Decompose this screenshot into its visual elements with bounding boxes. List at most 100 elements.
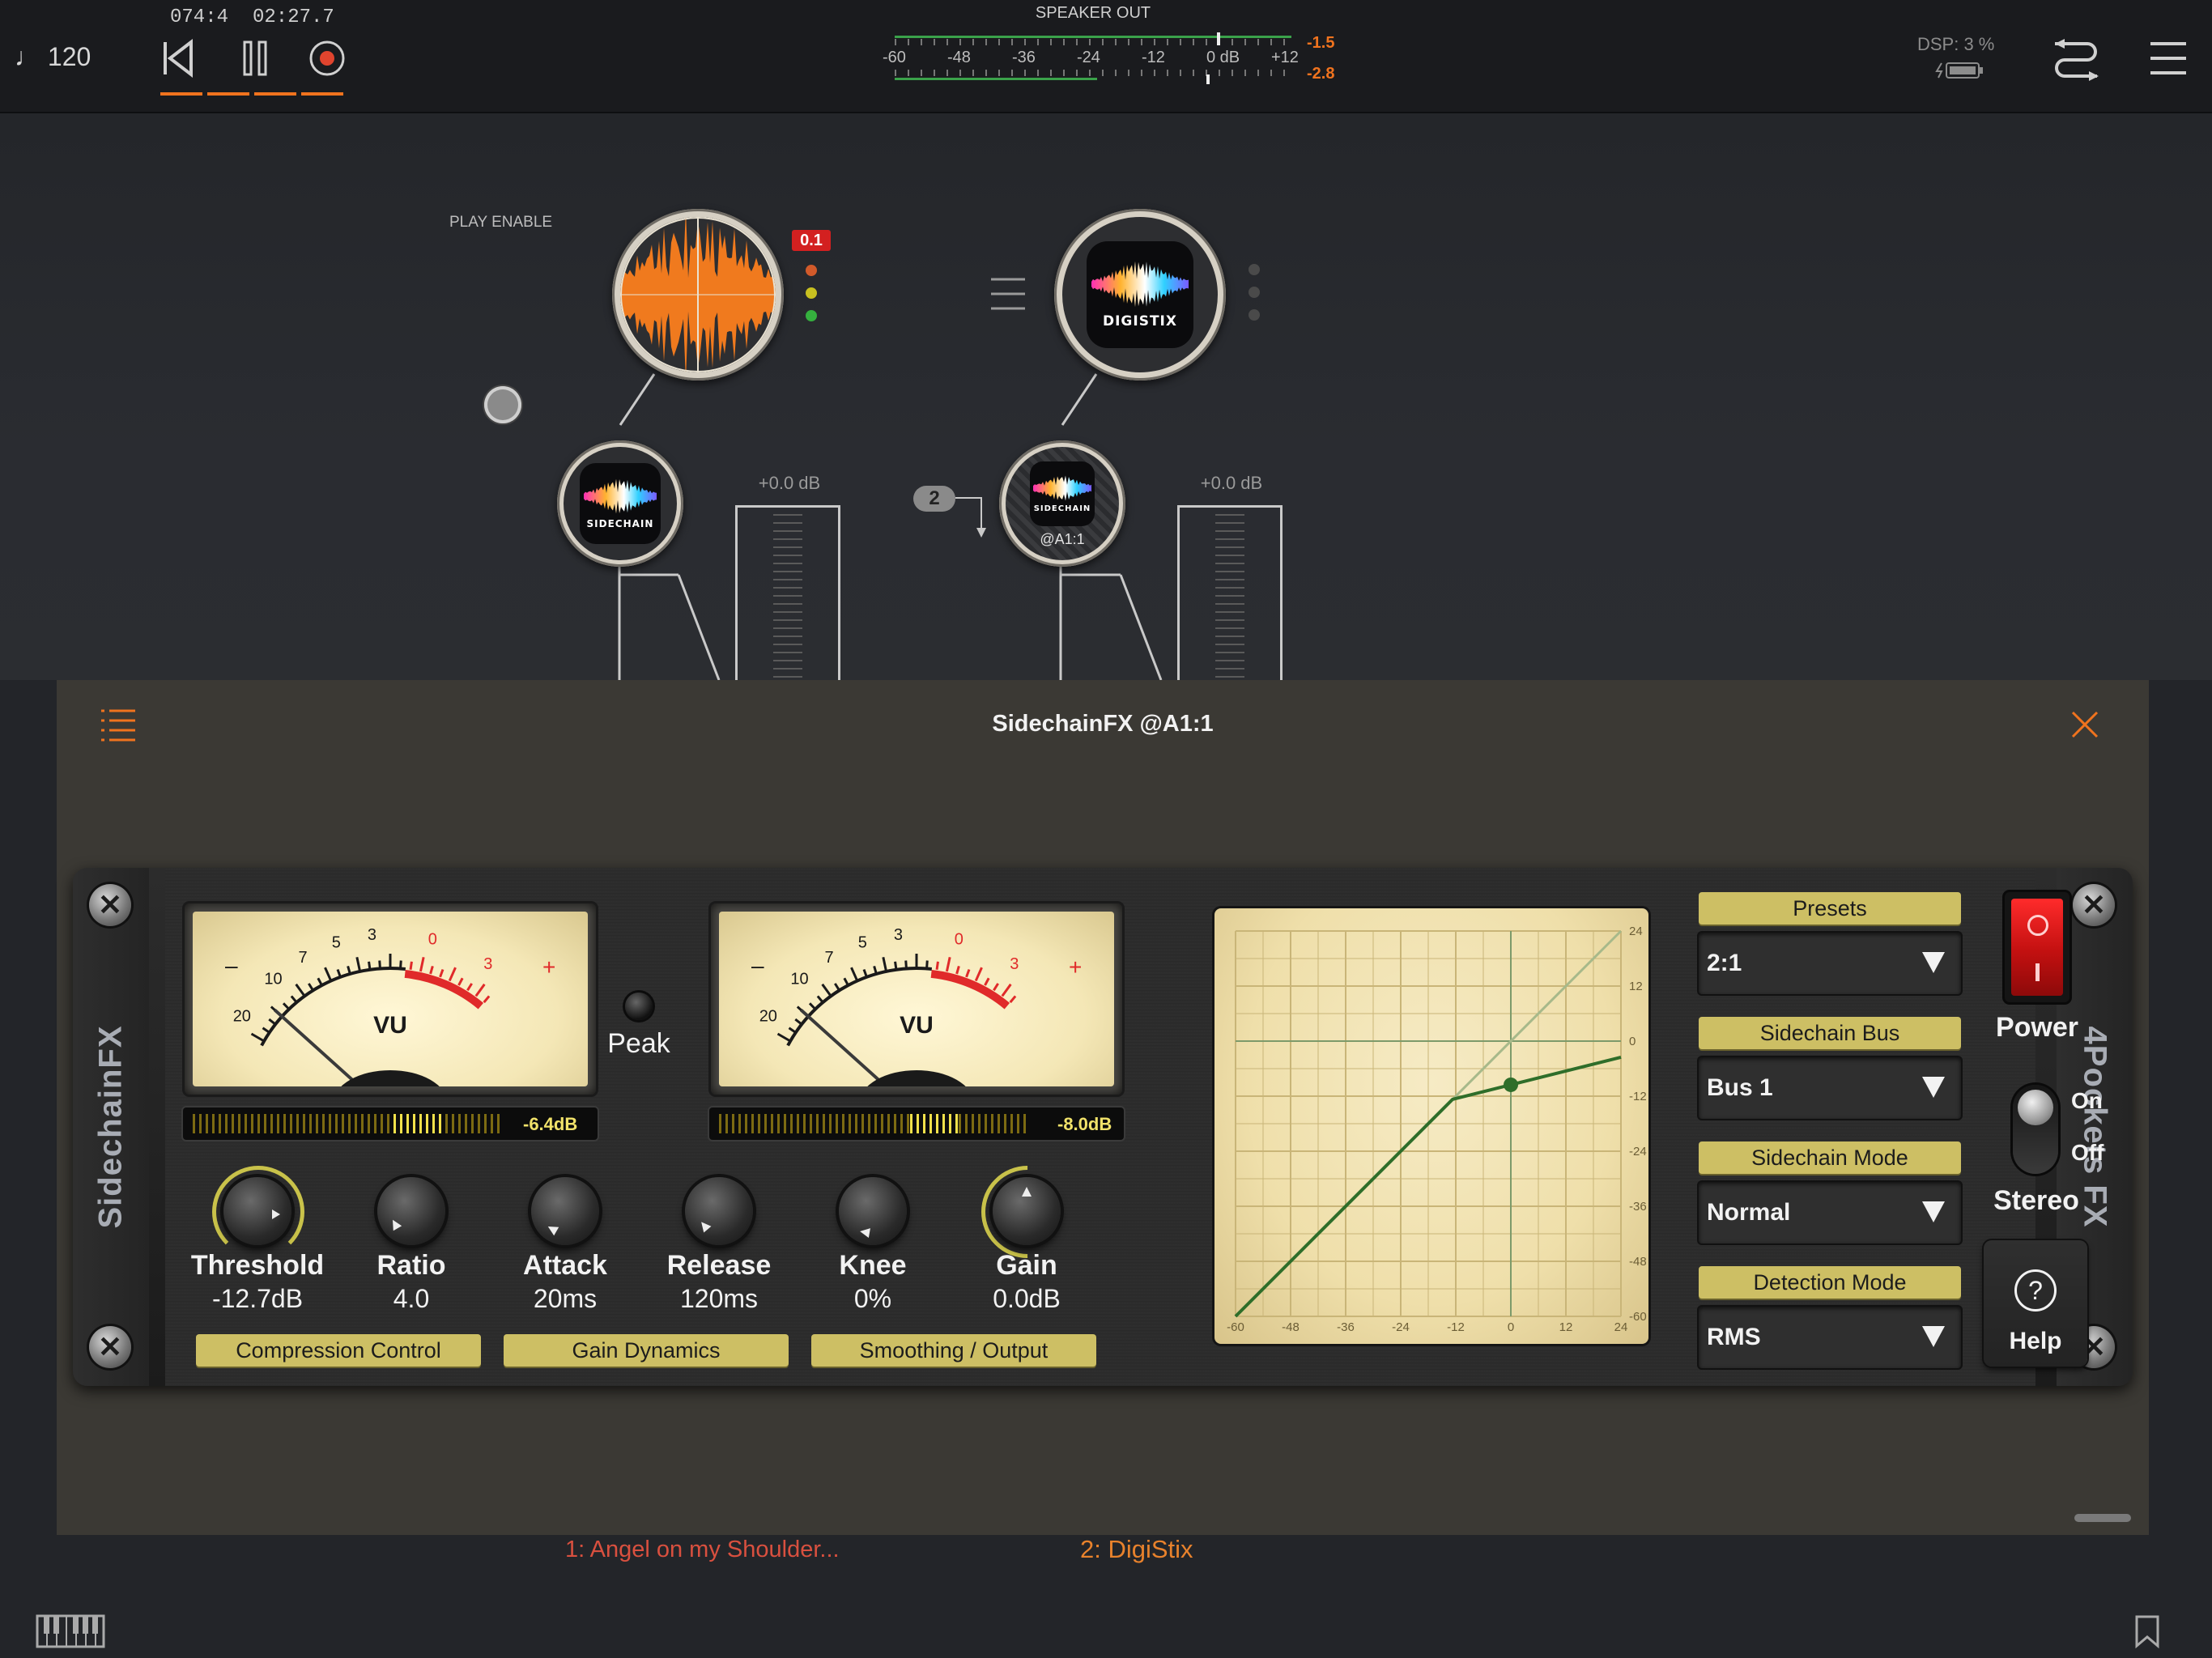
sidechain2-label: SIDECHAIN <box>1033 504 1091 513</box>
meter-scale-label: 0 dB <box>1206 49 1240 66</box>
ratio-knob[interactable] <box>377 1177 445 1245</box>
routing-icon[interactable] <box>2048 32 2104 84</box>
sidechain-app-icon-2: SIDECHAIN <box>1030 461 1095 526</box>
digistix-app-icon: DIGISTIX <box>1087 241 1193 348</box>
screw-icon: ✕ <box>89 1326 131 1368</box>
meter-scale-label: -12 <box>1142 49 1165 66</box>
meter-scale: -60 -48 -36 -24 -12 0 dB +12 <box>883 49 1304 70</box>
play-enable-toggle[interactable] <box>484 386 521 423</box>
attack-knob[interactable] <box>531 1177 599 1245</box>
knob-value: 0% <box>853 1284 892 1313</box>
keyboard-icon[interactable] <box>36 1614 105 1652</box>
knob-name: Attack <box>523 1250 607 1281</box>
release-knob[interactable] <box>685 1177 753 1245</box>
menu-icon[interactable] <box>2147 36 2189 81</box>
y-tick-label: -48 <box>1629 1255 1647 1269</box>
pause-icon[interactable] <box>236 37 275 79</box>
led-red <box>806 265 817 276</box>
detection-mode-select[interactable]: RMS <box>1699 1307 1961 1368</box>
power-switch[interactable] <box>2005 892 2069 1002</box>
meter-scale-label: +12 <box>1271 49 1299 66</box>
resize-handle[interactable] <box>2074 1514 2131 1522</box>
digistix-node[interactable]: DIGISTIX <box>1054 209 1226 380</box>
knob-name: Threshold <box>190 1250 325 1281</box>
play-enable-label: PLAY ENABLE <box>449 214 553 231</box>
x-tick-label: -24 <box>1392 1320 1410 1334</box>
x-tick-label: -60 <box>1227 1320 1244 1334</box>
presets-label: Presets <box>1699 892 1961 925</box>
spectrum-icon <box>1033 475 1091 501</box>
peak-right-value: -2.8 <box>1307 65 1335 83</box>
led-green <box>806 310 817 321</box>
fader2-db: +0.0 dB <box>1200 473 1263 493</box>
screw-icon: ✕ <box>2073 884 2115 926</box>
dropdown-arrow-icon <box>1922 1201 1945 1222</box>
threshold-knob[interactable] <box>223 1177 291 1245</box>
compression-control-button[interactable]: Compression Control <box>196 1334 481 1367</box>
gain-knob[interactable] <box>993 1177 1061 1245</box>
help-button[interactable]: ? Help <box>1984 1240 2087 1367</box>
track2-name[interactable]: 2: DigiStix <box>1080 1535 1193 1564</box>
compression-curve-graph: -60 -48 -36 -24 -12 0 12 24 24 12 0 -12 -24 -36 -48 -60 <box>1214 908 1648 1344</box>
knob-name: Gain <box>996 1250 1057 1281</box>
bookmark-icon[interactable] <box>2134 1614 2160 1652</box>
y-tick-label: -24 <box>1629 1145 1647 1158</box>
waveform-icon <box>620 217 776 372</box>
knob-name: Ratio <box>376 1250 446 1281</box>
fader2[interactable] <box>1177 505 1283 682</box>
close-icon[interactable] <box>2065 704 2105 745</box>
product-name: SidechainFX <box>92 1025 129 1229</box>
screw-icon: ✕ <box>89 884 131 926</box>
sidechain-mode-label: Sidechain Mode <box>1699 1141 1961 1174</box>
sidechain-node-2[interactable]: SIDECHAIN @A1:1 <box>999 440 1125 567</box>
x-tick-label: 24 <box>1614 1320 1628 1334</box>
curve-point <box>1504 1077 1518 1092</box>
track1-source-node[interactable] <box>612 209 784 380</box>
led-yellow <box>806 287 817 299</box>
help-label: Help <box>2009 1328 2062 1354</box>
presets-value: 2:1 <box>1707 950 1742 976</box>
track2-list-icon[interactable] <box>988 274 1028 314</box>
dsp-load: DSP: 3 % <box>1917 34 1995 54</box>
sidechain-bus-select[interactable]: Bus 1 <box>1699 1057 1961 1119</box>
rewind-icon[interactable] <box>159 37 198 79</box>
record-icon[interactable] <box>306 37 348 79</box>
meter-scale-label: -48 <box>947 49 971 66</box>
mode-value: Normal <box>1707 1199 1791 1226</box>
spectrum-icon <box>584 478 657 514</box>
rack-ear-left: ✕ ✕ SidechainFX <box>73 868 149 1386</box>
meter-right-bar <box>895 78 1097 80</box>
plugin-header: SidechainFX @A1:1 <box>57 680 2149 761</box>
knob-value: -12.7dB <box>211 1284 304 1313</box>
track1-name[interactable]: 1: Angel on my Shoulder... <box>565 1537 840 1563</box>
y-tick-label: -12 <box>1629 1090 1647 1103</box>
knob-value: 20ms <box>533 1284 598 1313</box>
track1-peak-badge: 0.1 <box>792 230 831 251</box>
power-off-icon <box>2035 963 2040 981</box>
meter-scale-label: -60 <box>883 49 906 66</box>
x-tick-label: -36 <box>1337 1320 1355 1334</box>
knee-knob[interactable] <box>839 1177 907 1245</box>
y-tick-label: -36 <box>1629 1200 1647 1214</box>
transport-bar: ♩ 120 074:4 02:27.7 SPEAKER OUT -60 -48 -3… <box>0 0 2212 113</box>
plugin-title: SidechainFX @A1:1 <box>992 711 1214 737</box>
gain-dynamics-button[interactable]: Gain Dynamics <box>504 1334 789 1367</box>
sidechain-node-1[interactable]: SIDECHAIN <box>557 440 683 567</box>
meter-left-bar <box>895 36 1291 38</box>
sidechain-label: SIDECHAIN <box>586 518 654 529</box>
knob-row: Threshold -12.7dB Ratio 4.0 Attack 20ms … <box>165 868 1177 1386</box>
battery-icon <box>1935 62 1987 83</box>
curve-plot: -60 -48 -36 -24 -12 0 12 24 24 12 0 -12 -24 -36 -48 -60 <box>1227 925 1647 1334</box>
sidechain-mode-select[interactable]: Normal <box>1699 1182 1961 1244</box>
tempo-display[interactable]: ♩ 120 <box>15 42 91 72</box>
transport-progress <box>160 92 347 96</box>
sidechain2-sub: @A1:1 <box>1040 531 1085 547</box>
y-tick-label: 24 <box>1629 925 1643 938</box>
x-tick-label: 0 <box>1508 1320 1514 1334</box>
fader1[interactable] <box>735 505 840 682</box>
stereo-on-label: On <box>2071 1088 2103 1113</box>
sidechain-bus-badge[interactable]: 2 <box>913 486 955 512</box>
stereo-toggle[interactable] <box>2013 1085 2058 1174</box>
smoothing-output-button[interactable]: Smoothing / Output <box>811 1334 1096 1367</box>
presets-select[interactable]: 2:1 <box>1699 933 1961 994</box>
